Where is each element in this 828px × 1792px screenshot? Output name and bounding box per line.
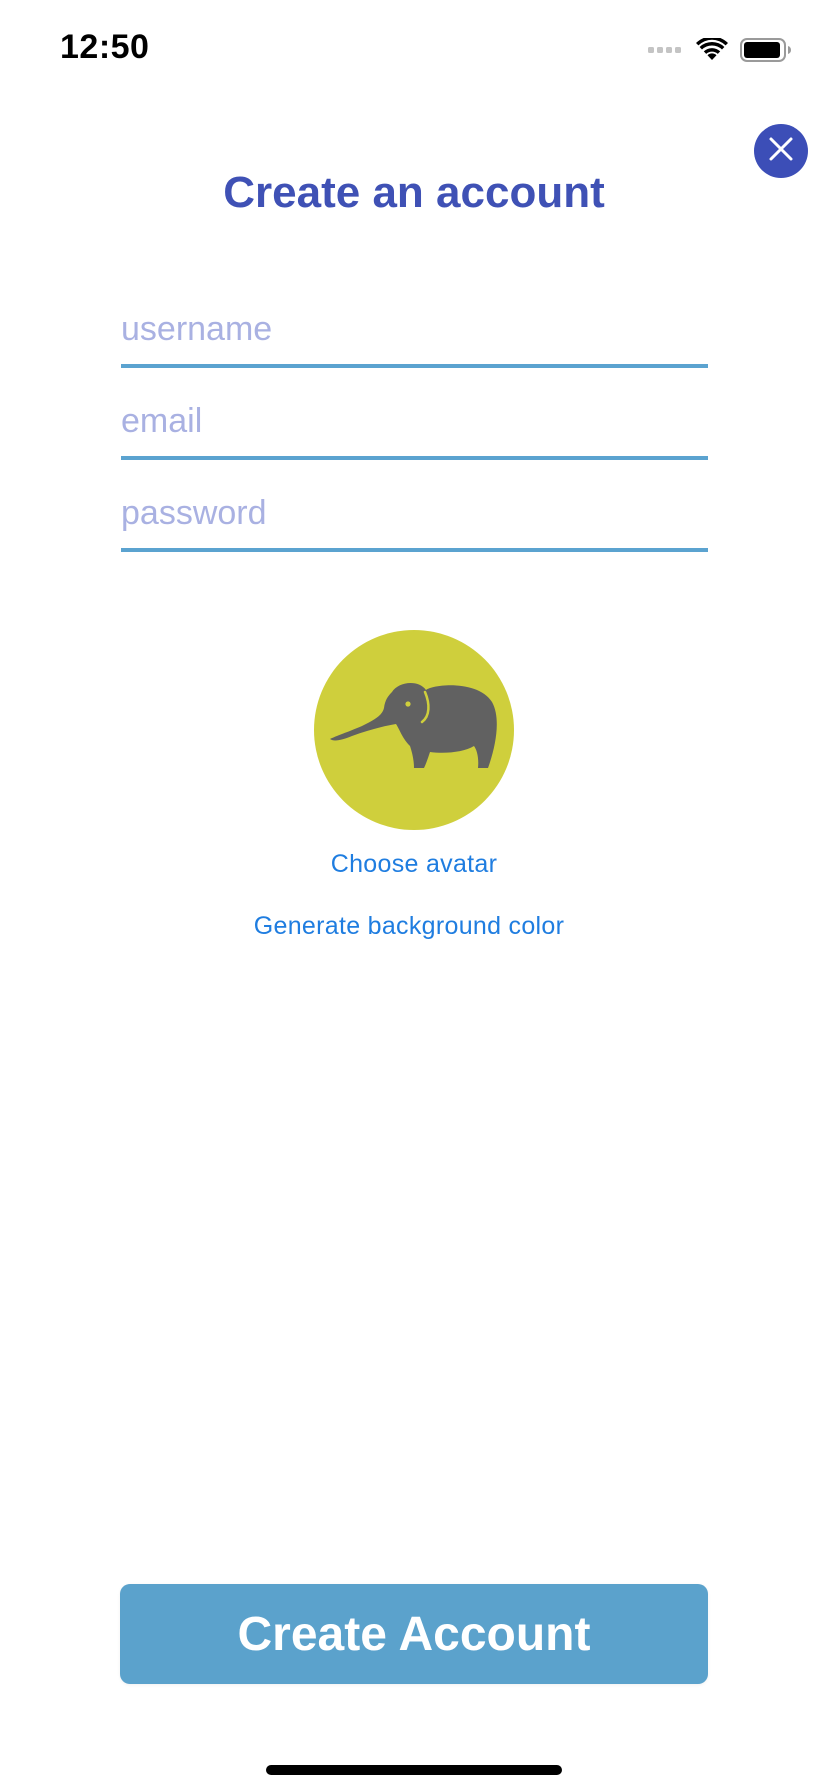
wifi-icon: [696, 38, 728, 62]
email-field-container: [121, 386, 708, 460]
page-title: Create an account: [223, 168, 605, 217]
cellular-signal-icon: [648, 44, 684, 56]
status-time: 12:50: [60, 28, 150, 66]
email-input[interactable]: [121, 386, 708, 456]
password-field-container: [121, 478, 708, 552]
close-icon: [768, 136, 794, 167]
username-field-container: [121, 294, 708, 368]
battery-icon: [740, 38, 792, 62]
choose-avatar-link[interactable]: Choose avatar: [0, 850, 828, 879]
avatar[interactable]: [314, 630, 514, 830]
create-account-screen: 12:50 Create an account username email C…: [0, 0, 828, 1792]
create-account-button[interactable]: Create Account: [120, 1584, 708, 1684]
generate-background-color-link[interactable]: Generate background color: [0, 912, 823, 941]
username-input[interactable]: [121, 294, 708, 364]
elephant-icon: [328, 680, 500, 781]
password-input[interactable]: [121, 478, 708, 548]
home-indicator[interactable]: [266, 1765, 562, 1775]
status-icons: [648, 34, 792, 66]
